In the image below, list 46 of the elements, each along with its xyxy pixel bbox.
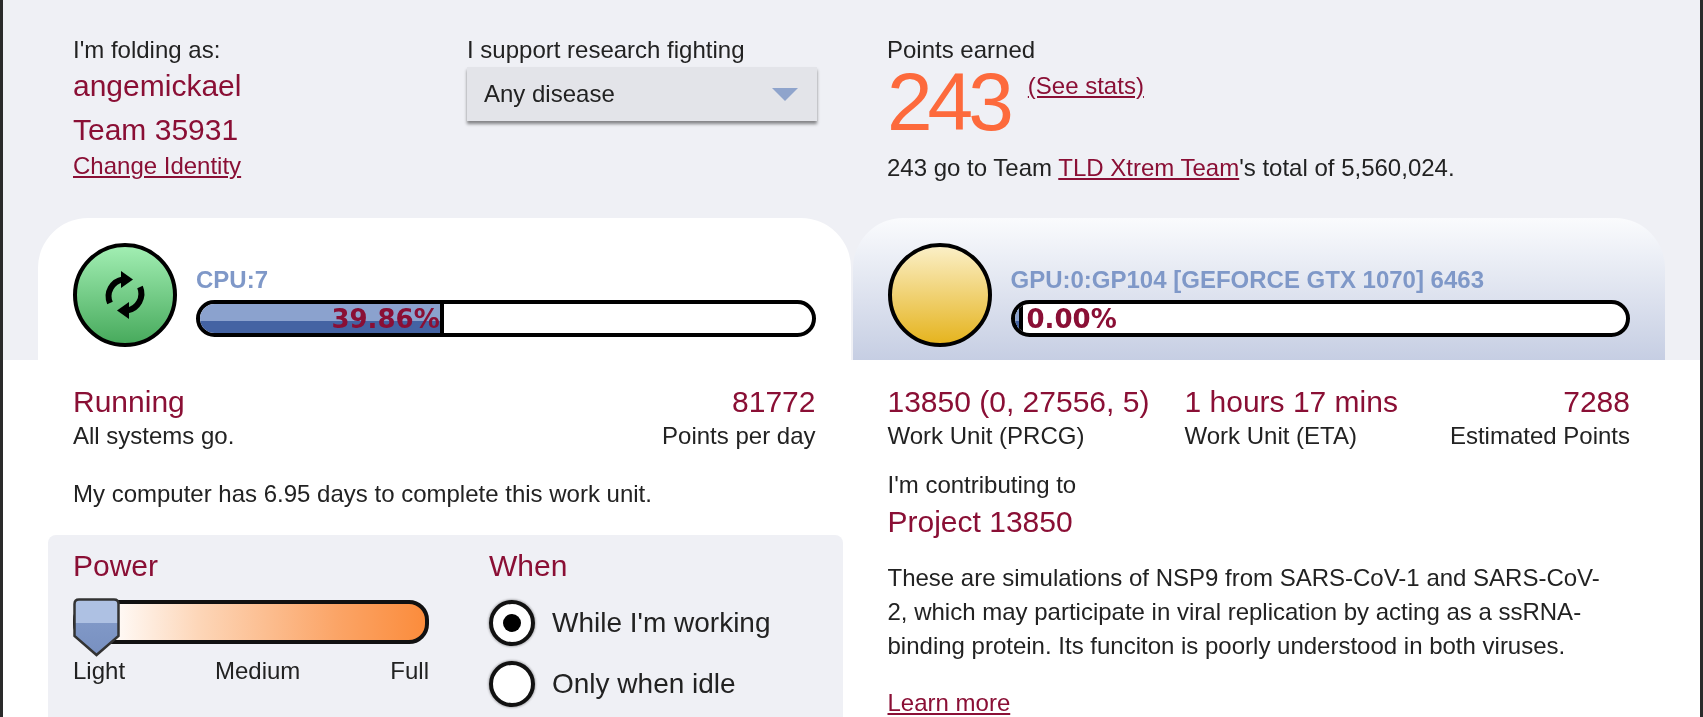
see-stats-link[interactable]: (See stats) [1027,72,1144,100]
status-circle-icon [887,243,992,347]
sync-status-icon [73,243,177,347]
slider-tick-label: Full [390,657,429,685]
contributing-label: I'm contributing to [887,471,1077,499]
slot-name: GPU:0:GP104 [GEFORCE GTX 1070] 6463 [1010,266,1484,294]
progress-percent: 39.86% [331,305,440,332]
radio-label[interactable]: While I'm working [552,607,771,639]
cause-dropdown[interactable]: Any disease [467,67,817,121]
team-link[interactable]: TLD Xtrem Team [1058,154,1240,181]
radio-label[interactable]: Only when idle [552,668,736,700]
slider-tick-label: Light [73,657,126,685]
progress-percent: 0.00% [1026,305,1117,332]
ppd-label: Points per day [662,422,816,450]
team-total-text: 243 go to Team TLD Xtrem Team's total of 5,560,024. [887,154,1455,182]
stat-label: Work Unit (PRCG) [887,422,1085,450]
slot-tab[interactable]: CPU:7 39.86% [38,218,851,360]
ppd-value: 81772 [732,384,816,420]
power-slider[interactable] [73,598,429,657]
project-description: These are simulations of NSP9 from SARS-CoV-1 and SARS-CoV-2, which may participate in viral replication by acting as a ssRNA-binding protein. Its funciton is poorly understood in both viruses. [887,563,1601,661]
stat-value: 13850 (0, 27556, 5) [887,384,1150,420]
stat-value: 7288 [1563,384,1630,420]
caret-icon [772,87,798,101]
learn-more-link[interactable]: Learn more [887,691,1011,715]
points-value: 243 [887,64,1009,140]
when-title: When [489,548,568,584]
identity-label: I'm folding as: [73,36,221,64]
radio-button[interactable] [489,600,535,646]
slot-name: CPU:7 [196,266,268,294]
radio-button[interactable] [489,661,535,707]
stat-label: Work Unit (ETA) [1184,422,1357,450]
status-detail: All systems go. [73,422,235,450]
stat-label: Estimated Points [1449,422,1630,450]
slider-tick-label: Medium [215,657,301,685]
team-name: Team 35931 [73,112,239,148]
slot-tab[interactable]: GPU:0:GP104 [GEFORCE GTX 1070] 6463 0.00% [852,218,1665,360]
slider-thumb[interactable] [73,598,120,657]
points-label: Points earned [887,36,1036,64]
project-title: Project 13850 [887,504,1073,540]
change-identity-link[interactable]: Change Identity [73,152,242,180]
status-title: Running [73,384,185,420]
eta-text: My computer has 6.95 days to complete this work unit. [73,480,652,508]
power-title: Power [73,548,159,584]
stat-value: 1 hours 17 mins [1184,384,1398,420]
cause-label: I support research fighting [467,36,745,64]
user-name: angemickael [73,68,242,104]
